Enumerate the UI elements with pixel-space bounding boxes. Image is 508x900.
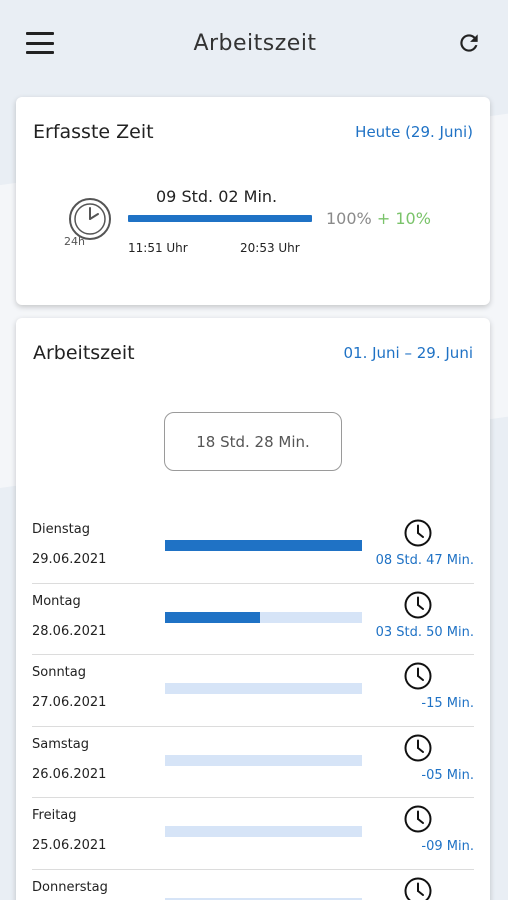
day-duration: 03 Std. 50 Min. [375, 624, 474, 640]
day-name: Dienstag [32, 522, 90, 537]
day-progress-fill [165, 540, 362, 551]
summary-card-date[interactable]: Heute (29. Juni) [355, 123, 473, 141]
day-row[interactable]: Montag 28.06.2021 03 Std. 50 Min. [32, 584, 474, 655]
day-progress-fill [165, 611, 260, 623]
summary-percent-value: 100% [326, 209, 372, 228]
summary-start-time: 11:51 Uhr [128, 241, 188, 255]
day-duration: -15 Min. [421, 696, 474, 711]
day-duration: -05 Min. [421, 767, 474, 783]
day-name: Samstag [32, 736, 89, 752]
summary-end-time: 20:53 Uhr [240, 241, 300, 255]
day-date: 25.06.2021 [32, 838, 107, 853]
summary-progress-bar [128, 215, 312, 222]
clock-icon[interactable] [403, 804, 433, 834]
day-name: Donnerstag [32, 879, 108, 895]
summary-percent: 100% + 10% [326, 209, 431, 228]
clock-icon[interactable] [403, 876, 433, 900]
day-row[interactable]: Freitag 25.06.2021 -09 Min. [32, 798, 474, 870]
day-duration: -09 Min. [421, 839, 474, 854]
day-progress-track [165, 683, 362, 694]
summary-card: Erfasste Zeit Heute (29. Juni) 24h 09 St… [16, 97, 490, 305]
hamburger-menu-icon[interactable] [26, 32, 54, 54]
day-name: Montag [32, 593, 81, 609]
day-date: 28.06.2021 [32, 623, 107, 639]
work-time-card: Arbeitszeit 01. Juni – 29. Juni 18 Std. … [16, 318, 490, 900]
svg-text:24h: 24h [64, 235, 85, 248]
day-duration: 08 Std. 47 Min. [375, 553, 474, 568]
summary-card-title: Erfasste Zeit [33, 121, 154, 143]
day-date: 27.06.2021 [32, 695, 107, 710]
day-progress-track [165, 611, 362, 623]
clock-icon[interactable] [403, 518, 433, 548]
day-progress-track [165, 754, 362, 766]
work-card-range[interactable]: 01. Juni – 29. Juni [344, 344, 474, 362]
app-bar: Arbeitszeit [0, 0, 508, 86]
day-date: 29.06.2021 [32, 552, 107, 567]
refresh-icon[interactable] [456, 30, 482, 56]
page-title: Arbeitszeit [193, 30, 317, 56]
total-duration-box[interactable]: 18 Std. 28 Min. [164, 412, 342, 471]
day-row[interactable]: Dienstag 29.06.2021 08 Std. 47 Min. [32, 512, 474, 584]
day-progress-track [165, 826, 362, 837]
clock-24h-icon: 24h [64, 198, 111, 248]
day-name: Sonntag [32, 665, 86, 680]
day-row[interactable]: Donnerstag [32, 870, 474, 900]
clock-icon[interactable] [403, 590, 433, 620]
day-list: Dienstag 29.06.2021 08 Std. 47 Min. Mont… [32, 512, 474, 900]
clock-icon[interactable] [403, 733, 433, 763]
day-row[interactable]: Samstag 26.06.2021 -05 Min. [32, 727, 474, 798]
day-date: 26.06.2021 [32, 766, 107, 782]
day-progress-track [165, 540, 362, 551]
summary-duration: 09 Std. 02 Min. [156, 187, 278, 206]
work-card-title: Arbeitszeit [33, 342, 135, 364]
clock-icon[interactable] [403, 661, 433, 691]
day-row[interactable]: Sonntag 27.06.2021 -15 Min. [32, 655, 474, 727]
summary-percent-plus: + 10% [376, 209, 431, 228]
day-name: Freitag [32, 808, 77, 823]
